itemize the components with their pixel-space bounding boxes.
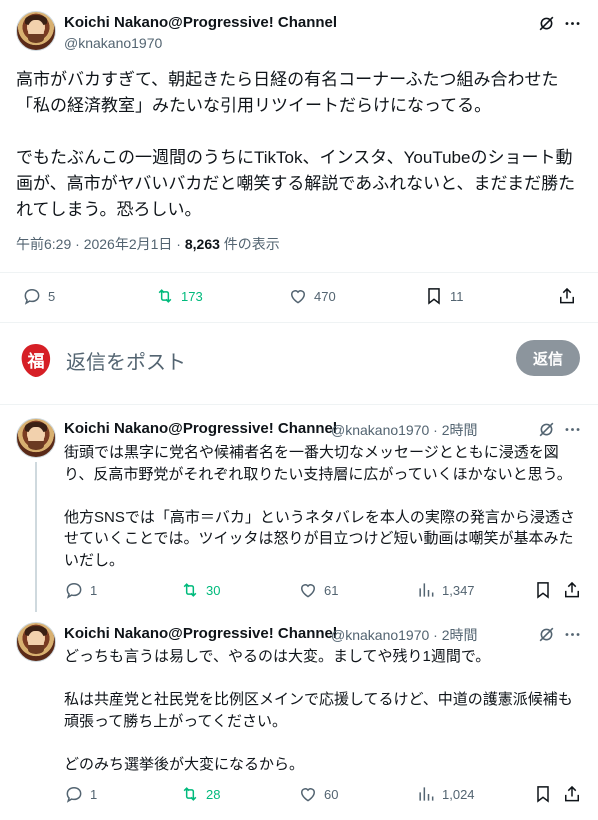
reply-input[interactable]: 返信をポスト <box>66 346 186 375</box>
repost-action[interactable]: 173 <box>155 286 203 306</box>
reply-author-name[interactable]: Koichi Nakano@Progressive! Channel <box>64 420 337 437</box>
user-avatar: 福 <box>16 340 56 380</box>
post-text: 高市がバカすぎて、朝起きたら日経の有名コーナーふたつ組み合わせた「私の経済教室」… <box>16 70 576 219</box>
like-action[interactable]: 60 <box>298 784 338 804</box>
bookmark-icon <box>537 786 549 803</box>
author-handle[interactable]: @knakano1970 <box>64 35 162 51</box>
reply-author-avatar[interactable] <box>16 418 56 458</box>
reply-handle-time[interactable]: @knakano1970 · 2時間 <box>331 625 478 645</box>
reply-button[interactable]: 返信 <box>516 340 580 376</box>
views-icon <box>419 583 434 597</box>
divider <box>0 272 598 273</box>
share-icon <box>560 287 574 304</box>
repost-action[interactable]: 30 <box>180 580 220 600</box>
grok-icon[interactable] <box>536 13 556 33</box>
share-icon <box>565 581 579 598</box>
reply-icon <box>66 582 82 599</box>
bookmark-icon <box>537 582 549 599</box>
compose-reply[interactable]: 福 返信をポスト 返信 <box>16 336 582 380</box>
share-action[interactable] <box>562 580 582 600</box>
reply-action[interactable]: 5 <box>22 286 55 306</box>
post-views[interactable]: 8,263 <box>185 236 220 252</box>
author-avatar[interactable] <box>16 11 56 51</box>
share-action[interactable] <box>562 784 582 804</box>
reply-handle-time[interactable]: @knakano1970 · 2時間 <box>331 420 478 440</box>
bookmark-action[interactable] <box>533 580 553 600</box>
grok-icon[interactable] <box>536 624 556 644</box>
reply-text: どっちも言うは易しで、やるのは大変。ましてや残り1週間で。 私は共産党と社民党を… <box>64 648 573 773</box>
more-icon[interactable] <box>562 419 582 439</box>
reply-icon <box>66 786 82 803</box>
post-meta: 午前6:29 · 2026年2月1日 · 8,263 件の表示 <box>16 234 280 254</box>
reply-action[interactable]: 1 <box>64 580 97 600</box>
reply-author-avatar[interactable] <box>16 622 56 662</box>
like-action[interactable]: 61 <box>298 580 338 600</box>
bookmark-action[interactable] <box>533 784 553 804</box>
reply-author-name[interactable]: Koichi Nakano@Progressive! Channel <box>64 625 337 642</box>
repost-icon <box>158 289 172 303</box>
reply-icon <box>24 288 40 305</box>
like-icon <box>300 584 316 598</box>
like-icon <box>290 290 306 304</box>
svg-text:福: 福 <box>27 351 45 372</box>
like-action[interactable]: 470 <box>288 286 336 306</box>
post-views-suffix: 件の表示 <box>219 236 280 252</box>
reply-text: 街頭では黒字に党名や候補者名を一番大切なメッセージとともに浸透を図り、反高市野党… <box>64 444 575 569</box>
author-name[interactable]: Koichi Nakano@Progressive! Channel <box>64 14 337 31</box>
bookmark-action[interactable]: 11 <box>424 286 464 306</box>
share-action[interactable] <box>557 286 577 306</box>
divider <box>0 404 598 405</box>
like-icon <box>300 788 316 802</box>
repost-action[interactable]: 28 <box>180 784 220 804</box>
grok-icon[interactable] <box>536 419 556 439</box>
views-icon <box>419 787 434 801</box>
divider <box>0 322 598 323</box>
post-time[interactable]: 午前6:29 · 2026年2月1日 · <box>16 236 185 252</box>
bookmark-icon <box>428 288 440 305</box>
more-icon[interactable] <box>562 13 582 33</box>
repost-icon <box>183 787 197 801</box>
reply-action[interactable]: 1 <box>64 784 97 804</box>
views-action[interactable]: 1,347 <box>416 580 475 600</box>
views-action[interactable]: 1,024 <box>416 784 475 804</box>
share-icon <box>565 785 579 802</box>
thread-line <box>35 462 37 612</box>
repost-icon <box>183 583 197 597</box>
more-icon[interactable] <box>562 624 582 644</box>
